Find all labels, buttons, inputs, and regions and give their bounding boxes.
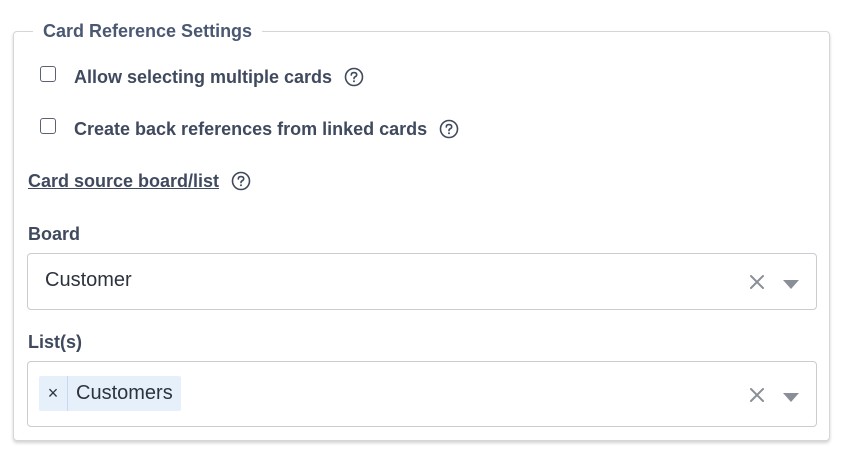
back-references-row: Create back references from linked cards xyxy=(40,117,459,141)
help-icon[interactable] xyxy=(344,67,364,87)
chevron-down-icon[interactable] xyxy=(783,277,799,289)
board-label: Board xyxy=(28,224,81,244)
panel-title: Card Reference Settings xyxy=(33,19,263,43)
tag-remove-button[interactable]: × xyxy=(39,376,68,411)
list-tag: × Customers xyxy=(39,376,181,411)
tag-label: Customers xyxy=(76,382,173,404)
allow-multiple-label[interactable]: Allow selecting multiple cards xyxy=(74,67,332,88)
back-references-label[interactable]: Create back references from linked cards xyxy=(74,119,427,140)
card-source-row: Card source board/list xyxy=(28,169,251,193)
close-icon[interactable] xyxy=(749,274,765,290)
back-references-checkbox[interactable] xyxy=(40,118,56,134)
close-icon[interactable] xyxy=(749,387,765,403)
allow-multiple-checkbox[interactable] xyxy=(40,66,56,82)
chevron-down-icon[interactable] xyxy=(783,390,799,402)
help-icon[interactable] xyxy=(439,119,459,139)
board-select[interactable]: Customer xyxy=(27,253,817,310)
help-icon[interactable] xyxy=(231,171,251,191)
card-source-link[interactable]: Card source board/list xyxy=(28,171,219,192)
lists-label: List(s) xyxy=(28,332,82,352)
board-selected-value: Customer xyxy=(45,269,132,291)
lists-select[interactable]: × Customers xyxy=(27,361,817,427)
allow-multiple-row: Allow selecting multiple cards xyxy=(40,65,364,89)
